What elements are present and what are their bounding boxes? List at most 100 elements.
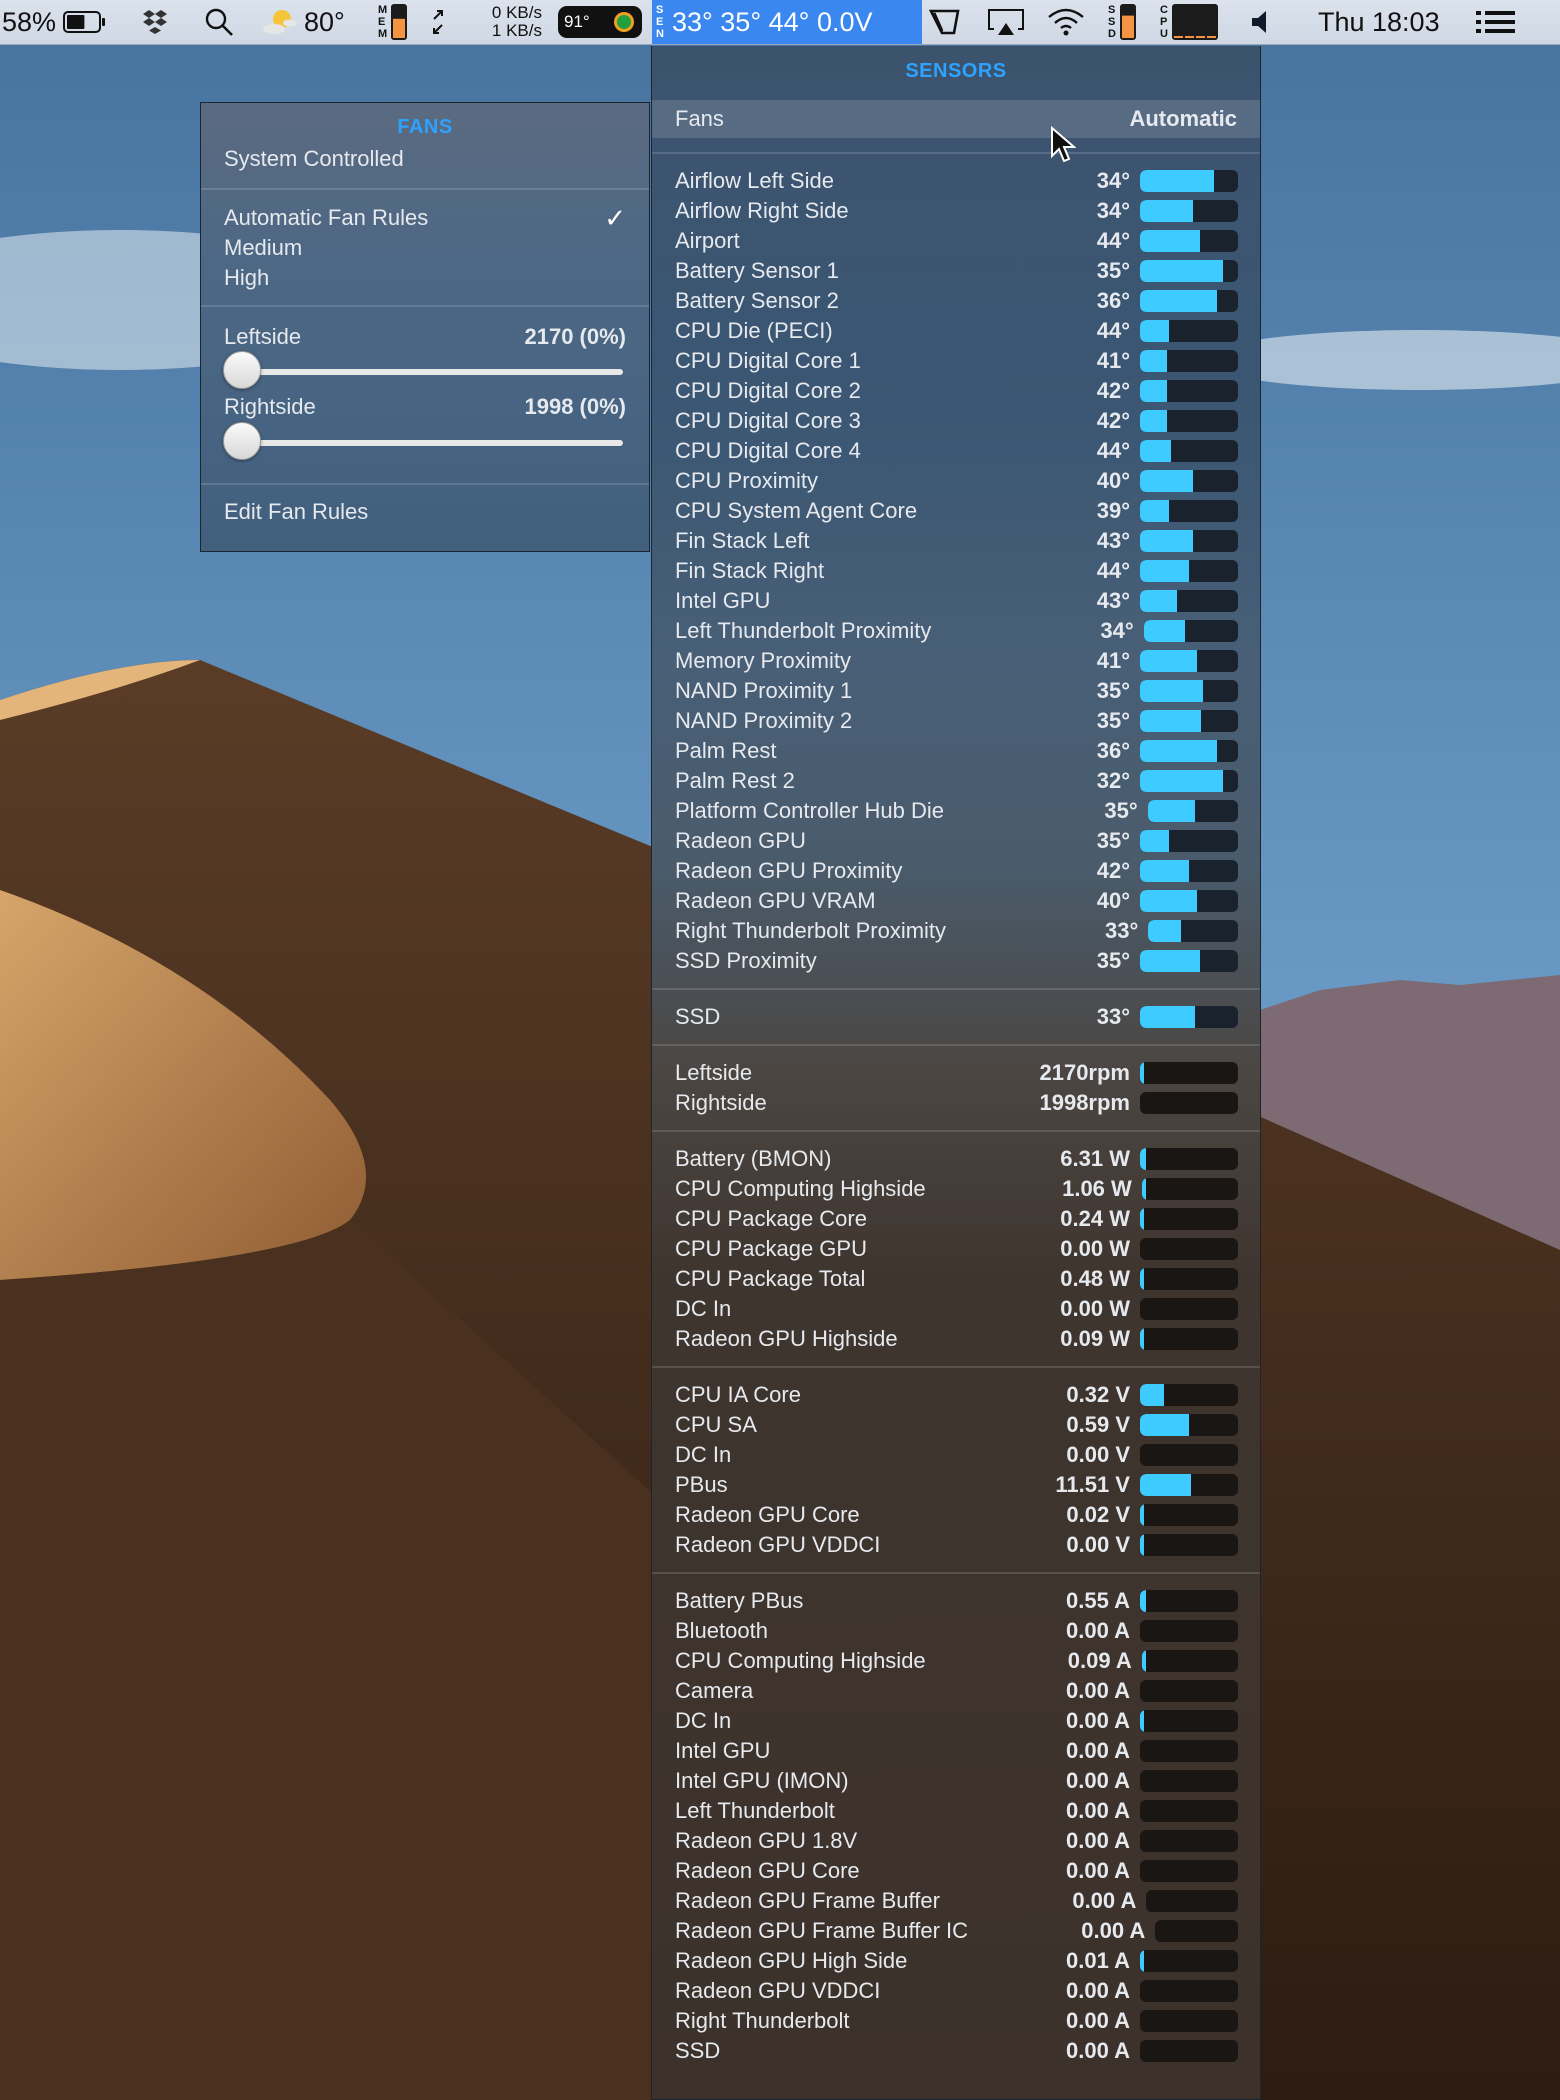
cpu-meter[interactable]: CPU <box>1160 0 1218 44</box>
option-label: Medium <box>224 235 303 260</box>
sensor-row[interactable]: PBus 11.51 V <box>652 1470 1260 1500</box>
cpu-temp-badge[interactable]: 91° <box>558 6 642 38</box>
sensor-row[interactable]: Intel GPU 43° <box>652 586 1260 616</box>
sensor-row[interactable]: CPU Proximity 40° <box>652 466 1260 496</box>
sensor-row[interactable]: CPU SA 0.59 V <box>652 1410 1260 1440</box>
sensor-row[interactable]: Airflow Right Side 34° <box>652 196 1260 226</box>
sensor-row[interactable]: Radeon GPU VDDCI 0.00 A <box>652 1976 1260 2006</box>
sensor-row[interactable]: Radeon GPU VRAM 40° <box>652 886 1260 916</box>
sensor-group-disk: SSD 33° <box>652 990 1260 1044</box>
sensor-value: 34° <box>1096 168 1130 193</box>
sensor-row[interactable]: Radeon GPU 1.8V 0.00 A <box>652 1826 1260 1856</box>
fan-leftside-slider[interactable] <box>223 351 623 389</box>
sensor-row[interactable]: Platform Controller Hub Die 35° <box>652 796 1260 826</box>
mouse-cursor-icon <box>1051 126 1076 163</box>
sensor-row[interactable]: Radeon GPU VDDCI 0.00 V <box>652 1530 1260 1560</box>
menu-item-automatic-fan-rules[interactable]: Automatic Fan Rules ✓ <box>201 203 649 233</box>
battery-icon[interactable] <box>62 0 108 44</box>
sensor-name: CPU Digital Core 2 <box>675 378 861 403</box>
dropbox-icon[interactable] <box>140 0 170 44</box>
sensor-row[interactable]: CPU Package GPU 0.00 W <box>652 1234 1260 1264</box>
sensors-menu-item[interactable]: SEN 33° 35° 44° 0.0V <box>652 0 922 44</box>
search-icon[interactable] <box>204 0 234 44</box>
wifi-icon[interactable] <box>1046 0 1086 44</box>
sensor-row[interactable]: Right Thunderbolt Proximity 33° <box>652 916 1260 946</box>
sensor-row[interactable]: Battery Sensor 2 36° <box>652 286 1260 316</box>
sensor-row[interactable]: Airport 44° <box>652 226 1260 256</box>
sensor-row[interactable]: DC In 0.00 V <box>652 1440 1260 1470</box>
sensor-row[interactable]: CPU Digital Core 1 41° <box>652 346 1260 376</box>
sensor-row[interactable]: Radeon GPU Frame Buffer IC 0.00 A <box>652 1916 1260 1946</box>
sensor-row[interactable]: NAND Proximity 2 35° <box>652 706 1260 736</box>
sensor-row[interactable]: Radeon GPU Highside 0.09 W <box>652 1324 1260 1354</box>
menu-item-edit-fan-rules[interactable]: Edit Fan Rules <box>201 497 649 527</box>
sensor-row[interactable]: Radeon GPU High Side 0.01 A <box>652 1946 1260 1976</box>
sensor-row[interactable]: Battery (BMON) 6.31 W <box>652 1144 1260 1174</box>
menu-item-system-controlled[interactable]: System Controlled <box>201 142 649 176</box>
sensor-row[interactable]: CPU Package Total 0.48 W <box>652 1264 1260 1294</box>
menu-item-medium[interactable]: Medium <box>201 233 649 263</box>
touch-bar-icon[interactable] <box>928 0 962 44</box>
network-arrows-icon[interactable] <box>428 0 448 44</box>
sensor-row[interactable]: DC In 0.00 W <box>652 1294 1260 1324</box>
fans-mode-row[interactable]: Fans Automatic <box>652 100 1260 138</box>
sensor-row[interactable]: Fin Stack Left 43° <box>652 526 1260 556</box>
sensor-row[interactable]: CPU Computing Highside 0.09 A <box>652 1646 1260 1676</box>
sensor-row[interactable]: Radeon GPU 35° <box>652 826 1260 856</box>
weather-widget[interactable]: 80° <box>262 0 345 44</box>
sensor-row[interactable]: Intel GPU (IMON) 0.00 A <box>652 1766 1260 1796</box>
sensor-row[interactable]: Rightside 1998rpm <box>652 1088 1260 1118</box>
sensor-level-bar <box>1140 1534 1238 1556</box>
menu-item-high[interactable]: High <box>201 263 649 293</box>
cpu-temp-value: 91° <box>564 12 590 31</box>
sensor-row[interactable]: CPU Computing Highside 1.06 W <box>652 1174 1260 1204</box>
sensor-row[interactable]: CPU System Agent Core 39° <box>652 496 1260 526</box>
sensor-row[interactable]: Battery Sensor 1 35° <box>652 256 1260 286</box>
sensor-row[interactable]: Bluetooth 0.00 A <box>652 1616 1260 1646</box>
battery-percent[interactable]: 58% <box>2 0 56 44</box>
sensor-row[interactable]: Memory Proximity 41° <box>652 646 1260 676</box>
sensor-row[interactable]: Leftside 2170rpm <box>652 1058 1260 1088</box>
airplay-icon[interactable] <box>986 0 1026 44</box>
sensor-row[interactable]: CPU Digital Core 2 42° <box>652 376 1260 406</box>
sensor-row[interactable]: CPU IA Core 0.32 V <box>652 1380 1260 1410</box>
volume-icon[interactable] <box>1250 0 1270 44</box>
sensor-row[interactable]: Left Thunderbolt Proximity 34° <box>652 616 1260 646</box>
sensor-row[interactable]: SSD 33° <box>652 1002 1260 1032</box>
sensor-row[interactable]: Left Thunderbolt 0.00 A <box>652 1796 1260 1826</box>
sensor-row[interactable]: Right Thunderbolt 0.00 A <box>652 2006 1260 2036</box>
sensor-row[interactable]: Radeon GPU Core 0.02 V <box>652 1500 1260 1530</box>
ssd-meter[interactable]: SSD <box>1108 0 1136 44</box>
sensor-value: 35° <box>1096 678 1130 703</box>
sensor-row[interactable]: Airflow Left Side 34° <box>652 166 1260 196</box>
sensor-row[interactable]: DC In 0.00 A <box>652 1706 1260 1736</box>
sensor-row[interactable]: CPU Digital Core 4 44° <box>652 436 1260 466</box>
fan-rightside-slider[interactable] <box>223 422 623 460</box>
sensor-row[interactable]: SSD Proximity 35° <box>652 946 1260 976</box>
sensor-row[interactable]: CPU Die (PECI) 44° <box>652 316 1260 346</box>
sensor-row[interactable]: Radeon GPU Core 0.00 A <box>652 1856 1260 1886</box>
sensor-row[interactable]: Fin Stack Right 44° <box>652 556 1260 586</box>
network-speed[interactable]: 0 KB/s 1 KB/s <box>480 0 542 44</box>
clock[interactable]: Thu 18:03 <box>1318 0 1440 44</box>
sensor-row[interactable]: Camera 0.00 A <box>652 1676 1260 1706</box>
sensor-value: 44° <box>1096 228 1130 253</box>
sensor-row[interactable]: Palm Rest 36° <box>652 736 1260 766</box>
sensor-row[interactable]: Intel GPU 0.00 A <box>652 1736 1260 1766</box>
sensor-row[interactable]: Palm Rest 2 32° <box>652 766 1260 796</box>
sensor-row[interactable]: NAND Proximity 1 35° <box>652 676 1260 706</box>
slider-thumb[interactable] <box>223 351 261 389</box>
sensor-level-bar <box>1140 1800 1238 1822</box>
sensor-row[interactable]: CPU Digital Core 3 42° <box>652 406 1260 436</box>
sensor-row[interactable]: CPU Package Core 0.24 W <box>652 1204 1260 1234</box>
sensor-row[interactable]: Radeon GPU Frame Buffer 0.00 A <box>652 1886 1260 1916</box>
memory-meter[interactable]: MEM <box>378 0 408 44</box>
sensor-value: 0.01 A <box>1065 1948 1130 1973</box>
sensor-row[interactable]: SSD 0.00 A <box>652 2036 1260 2066</box>
sensor-row[interactable]: Battery PBus 0.55 A <box>652 1586 1260 1616</box>
sensor-level-bar <box>1143 620 1238 642</box>
slider-thumb[interactable] <box>223 422 261 460</box>
notification-list-icon[interactable] <box>1476 0 1516 44</box>
sensor-row[interactable]: Radeon GPU Proximity 42° <box>652 856 1260 886</box>
sensor-name: CPU Computing Highside <box>675 1176 926 1201</box>
